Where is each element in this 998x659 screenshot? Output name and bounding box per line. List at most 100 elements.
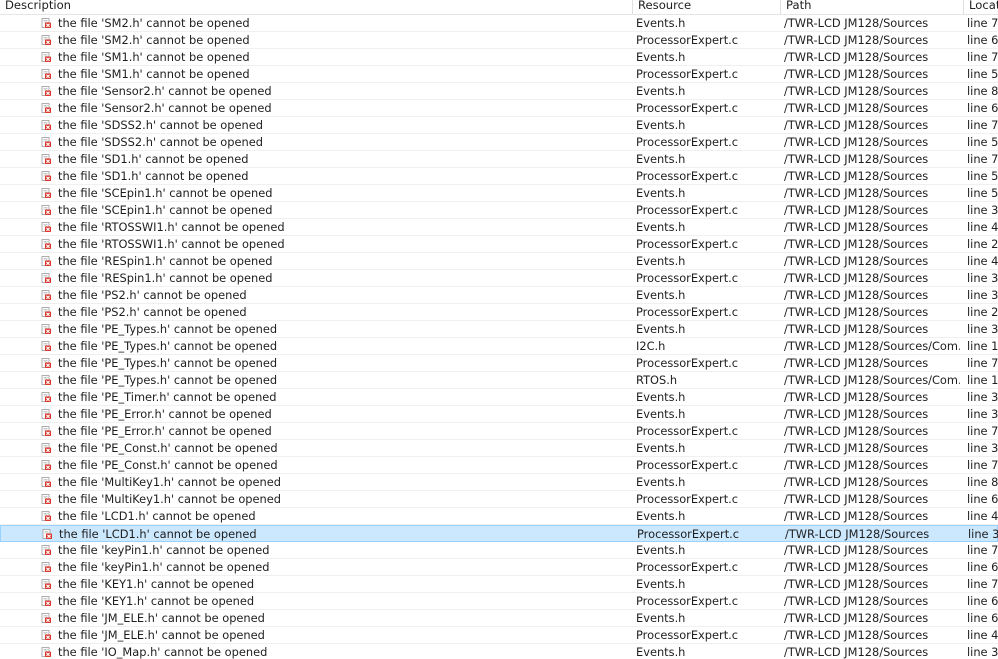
error-file-icon bbox=[41, 579, 51, 589]
cell-resource: Events.h bbox=[636, 509, 686, 523]
error-file-icon bbox=[41, 647, 51, 657]
table-row[interactable]: the file 'keyPin1.h' cannot be opened Eve… bbox=[0, 542, 998, 559]
table-row[interactable]: the file 'SCEpin1.h' cannot be opened Eve… bbox=[0, 185, 998, 202]
table-row[interactable]: the file 'LCD1.h' cannot be opened Proces… bbox=[0, 525, 998, 542]
cell-path: /TWR-LCD JM128/Sources bbox=[784, 407, 929, 421]
cell-resource: ProcessorExpert.c bbox=[636, 356, 739, 370]
table-row[interactable]: the file 'SM1.h' cannot be opened Events.… bbox=[0, 49, 998, 66]
column-header-description[interactable]: Description bbox=[0, 0, 633, 14]
cell-location: line 82 bbox=[967, 84, 998, 98]
error-file-icon bbox=[41, 35, 51, 45]
cell-resource: Events.h bbox=[636, 220, 686, 234]
table-row[interactable]: the file 'KEY1.h' cannot be opened Events… bbox=[0, 576, 998, 593]
table-row[interactable]: the file 'LCD1.h' cannot be opened Events… bbox=[0, 508, 998, 525]
cell-path: /TWR-LCD JM128/Sources bbox=[784, 288, 929, 302]
column-header-path[interactable]: Path bbox=[781, 0, 964, 14]
cell-path: /TWR-LCD JM128/Sources bbox=[784, 220, 929, 234]
table-row[interactable]: the file 'PE_Timer.h' cannot be opened Ev… bbox=[0, 389, 998, 406]
table-row[interactable]: the file 'IO_Map.h' cannot be opened Even… bbox=[0, 644, 998, 659]
cell-description: the file 'KEY1.h' cannot be opened bbox=[58, 577, 255, 591]
error-file-icon bbox=[41, 324, 51, 334]
table-row[interactable]: the file 'SD1.h' cannot be opened Events.… bbox=[0, 151, 998, 168]
error-file-icon bbox=[41, 52, 51, 62]
cell-resource: ProcessorExpert.c bbox=[636, 271, 739, 285]
cell-path: /TWR-LCD JM128/Sources bbox=[784, 186, 929, 200]
cell-description: the file 'PS2.h' cannot be opened bbox=[58, 305, 247, 319]
table-row[interactable]: the file 'SM2.h' cannot be opened Events.… bbox=[0, 15, 998, 32]
cell-location: line 50 bbox=[967, 186, 998, 200]
table-row[interactable]: the file 'MultiKey1.h' cannot be opened P… bbox=[0, 491, 998, 508]
table-row[interactable]: the file 'SM2.h' cannot be opened Process… bbox=[0, 32, 998, 49]
cell-location: line 79 bbox=[967, 543, 998, 557]
table-row[interactable]: the file 'PE_Types.h' cannot be opened I2… bbox=[0, 338, 998, 355]
table-row[interactable]: the file 'KEY1.h' cannot be opened Proces… bbox=[0, 593, 998, 610]
cell-resource: Events.h bbox=[636, 16, 686, 30]
cell-location: line 76 bbox=[967, 50, 998, 64]
cell-path: /TWR-LCD JM128/Sources bbox=[784, 441, 929, 455]
table-row[interactable]: the file 'PS2.h' cannot be opened Process… bbox=[0, 304, 998, 321]
cell-path: /TWR-LCD JM128/Sources bbox=[784, 577, 929, 591]
table-row[interactable]: the file 'PE_Types.h' cannot be opened Ev… bbox=[0, 321, 998, 338]
table-row[interactable]: the file 'PE_Error.h' cannot be opened Ev… bbox=[0, 406, 998, 423]
table-row[interactable]: the file 'SCEpin1.h' cannot be opened Pro… bbox=[0, 202, 998, 219]
column-header-resource[interactable]: Resource bbox=[633, 0, 781, 14]
cell-description: the file 'MultiKey1.h' cannot be opened bbox=[58, 475, 282, 489]
table-row[interactable]: the file 'RESpin1.h' cannot be opened Eve… bbox=[0, 253, 998, 270]
table-row[interactable]: the file 'RESpin1.h' cannot be opened Pro… bbox=[0, 270, 998, 287]
error-file-icon bbox=[41, 477, 51, 487]
cell-description: the file 'PE_Const.h' cannot be opened bbox=[58, 458, 278, 472]
table-row[interactable]: the file 'SM1.h' cannot be opened Process… bbox=[0, 66, 998, 83]
cell-location: line 39 bbox=[967, 288, 998, 302]
error-file-icon bbox=[41, 256, 51, 266]
table-row[interactable]: the file 'Sensor2.h' cannot be opened Eve… bbox=[0, 83, 998, 100]
cell-resource: Events.h bbox=[636, 50, 686, 64]
table-row[interactable]: the file 'SDSS2.h' cannot be opened Proce… bbox=[0, 134, 998, 151]
error-file-icon bbox=[41, 409, 51, 419]
table-row[interactable]: the file 'PE_Types.h' cannot be opened Pr… bbox=[0, 355, 998, 372]
cell-path: /TWR-LCD JM128/Sources bbox=[784, 135, 929, 149]
table-row[interactable]: the file 'JM_ELE.h' cannot be opened Proc… bbox=[0, 627, 998, 644]
table-row[interactable]: the file 'SD1.h' cannot be opened Process… bbox=[0, 168, 998, 185]
cell-resource: Events.h bbox=[636, 441, 686, 455]
table-row[interactable]: the file 'RTOSSWI1.h' cannot be opened Ev… bbox=[0, 219, 998, 236]
cell-description: the file 'PE_Types.h' cannot be opened bbox=[58, 356, 278, 370]
cell-description: the file 'SM1.h' cannot be opened bbox=[58, 67, 250, 81]
table-row[interactable]: the file 'JM_ELE.h' cannot be opened Even… bbox=[0, 610, 998, 627]
cell-location: line 73 bbox=[967, 152, 998, 166]
cell-path: /TWR-LCD JM128/Sources bbox=[784, 390, 929, 404]
cell-location: line 37 bbox=[967, 645, 998, 659]
table-row[interactable]: the file 'PE_Error.h' cannot be opened Pr… bbox=[0, 423, 998, 440]
cell-resource: ProcessorExpert.c bbox=[636, 424, 739, 438]
table-row[interactable]: the file 'PE_Const.h' cannot be opened Ev… bbox=[0, 440, 998, 457]
cell-description: the file 'keyPin1.h' cannot be opened bbox=[58, 543, 270, 557]
table-row[interactable]: the file 'MultiKey1.h' cannot be opened E… bbox=[0, 474, 998, 491]
cell-path: /TWR-LCD JM128/Sources bbox=[784, 101, 929, 115]
table-row[interactable]: the file 'RTOSSWI1.h' cannot be opened Pr… bbox=[0, 236, 998, 253]
column-header-location[interactable]: Locati bbox=[964, 0, 998, 14]
cell-location: line 74 bbox=[967, 356, 998, 370]
cell-path: /TWR-LCD JM128/Sources bbox=[784, 254, 929, 268]
table-row[interactable]: the file 'PE_Const.h' cannot be opened Pr… bbox=[0, 457, 998, 474]
cell-description: the file 'SM1.h' cannot be opened bbox=[58, 50, 250, 64]
error-file-icon bbox=[41, 103, 51, 113]
cell-location: line 61 bbox=[967, 594, 998, 608]
error-file-icon bbox=[41, 375, 51, 385]
table-row[interactable]: the file 'keyPin1.h' cannot be opened Pro… bbox=[0, 559, 998, 576]
table-row[interactable]: the file 'PS2.h' cannot be opened Events.… bbox=[0, 287, 998, 304]
cell-resource: ProcessorExpert.c bbox=[637, 527, 740, 541]
cell-location: line 75 bbox=[967, 424, 998, 438]
cell-resource: Events.h bbox=[636, 152, 686, 166]
cell-path: /TWR-LCD JM128/Sources bbox=[784, 424, 929, 438]
cell-location: line 42 bbox=[967, 220, 998, 234]
problems-table: Description Resource Path Locati the fil… bbox=[0, 0, 998, 659]
table-row[interactable]: the file 'SDSS2.h' cannot be opened Event… bbox=[0, 117, 998, 134]
cell-description: the file 'SDSS2.h' cannot be opened bbox=[58, 135, 263, 149]
table-row[interactable]: the file 'Sensor2.h' cannot be opened Pro… bbox=[0, 100, 998, 117]
table-row[interactable]: the file 'PE_Types.h' cannot be opened RT… bbox=[0, 372, 998, 389]
cell-location: line 78 bbox=[967, 577, 998, 591]
cell-path: /TWR-LCD JM128/Sources bbox=[784, 84, 929, 98]
cell-description: the file 'RTOSSWI1.h' cannot be opened bbox=[58, 237, 285, 251]
cell-location: line 62 bbox=[967, 560, 998, 574]
error-file-icon bbox=[41, 120, 51, 130]
error-file-icon bbox=[41, 562, 51, 572]
